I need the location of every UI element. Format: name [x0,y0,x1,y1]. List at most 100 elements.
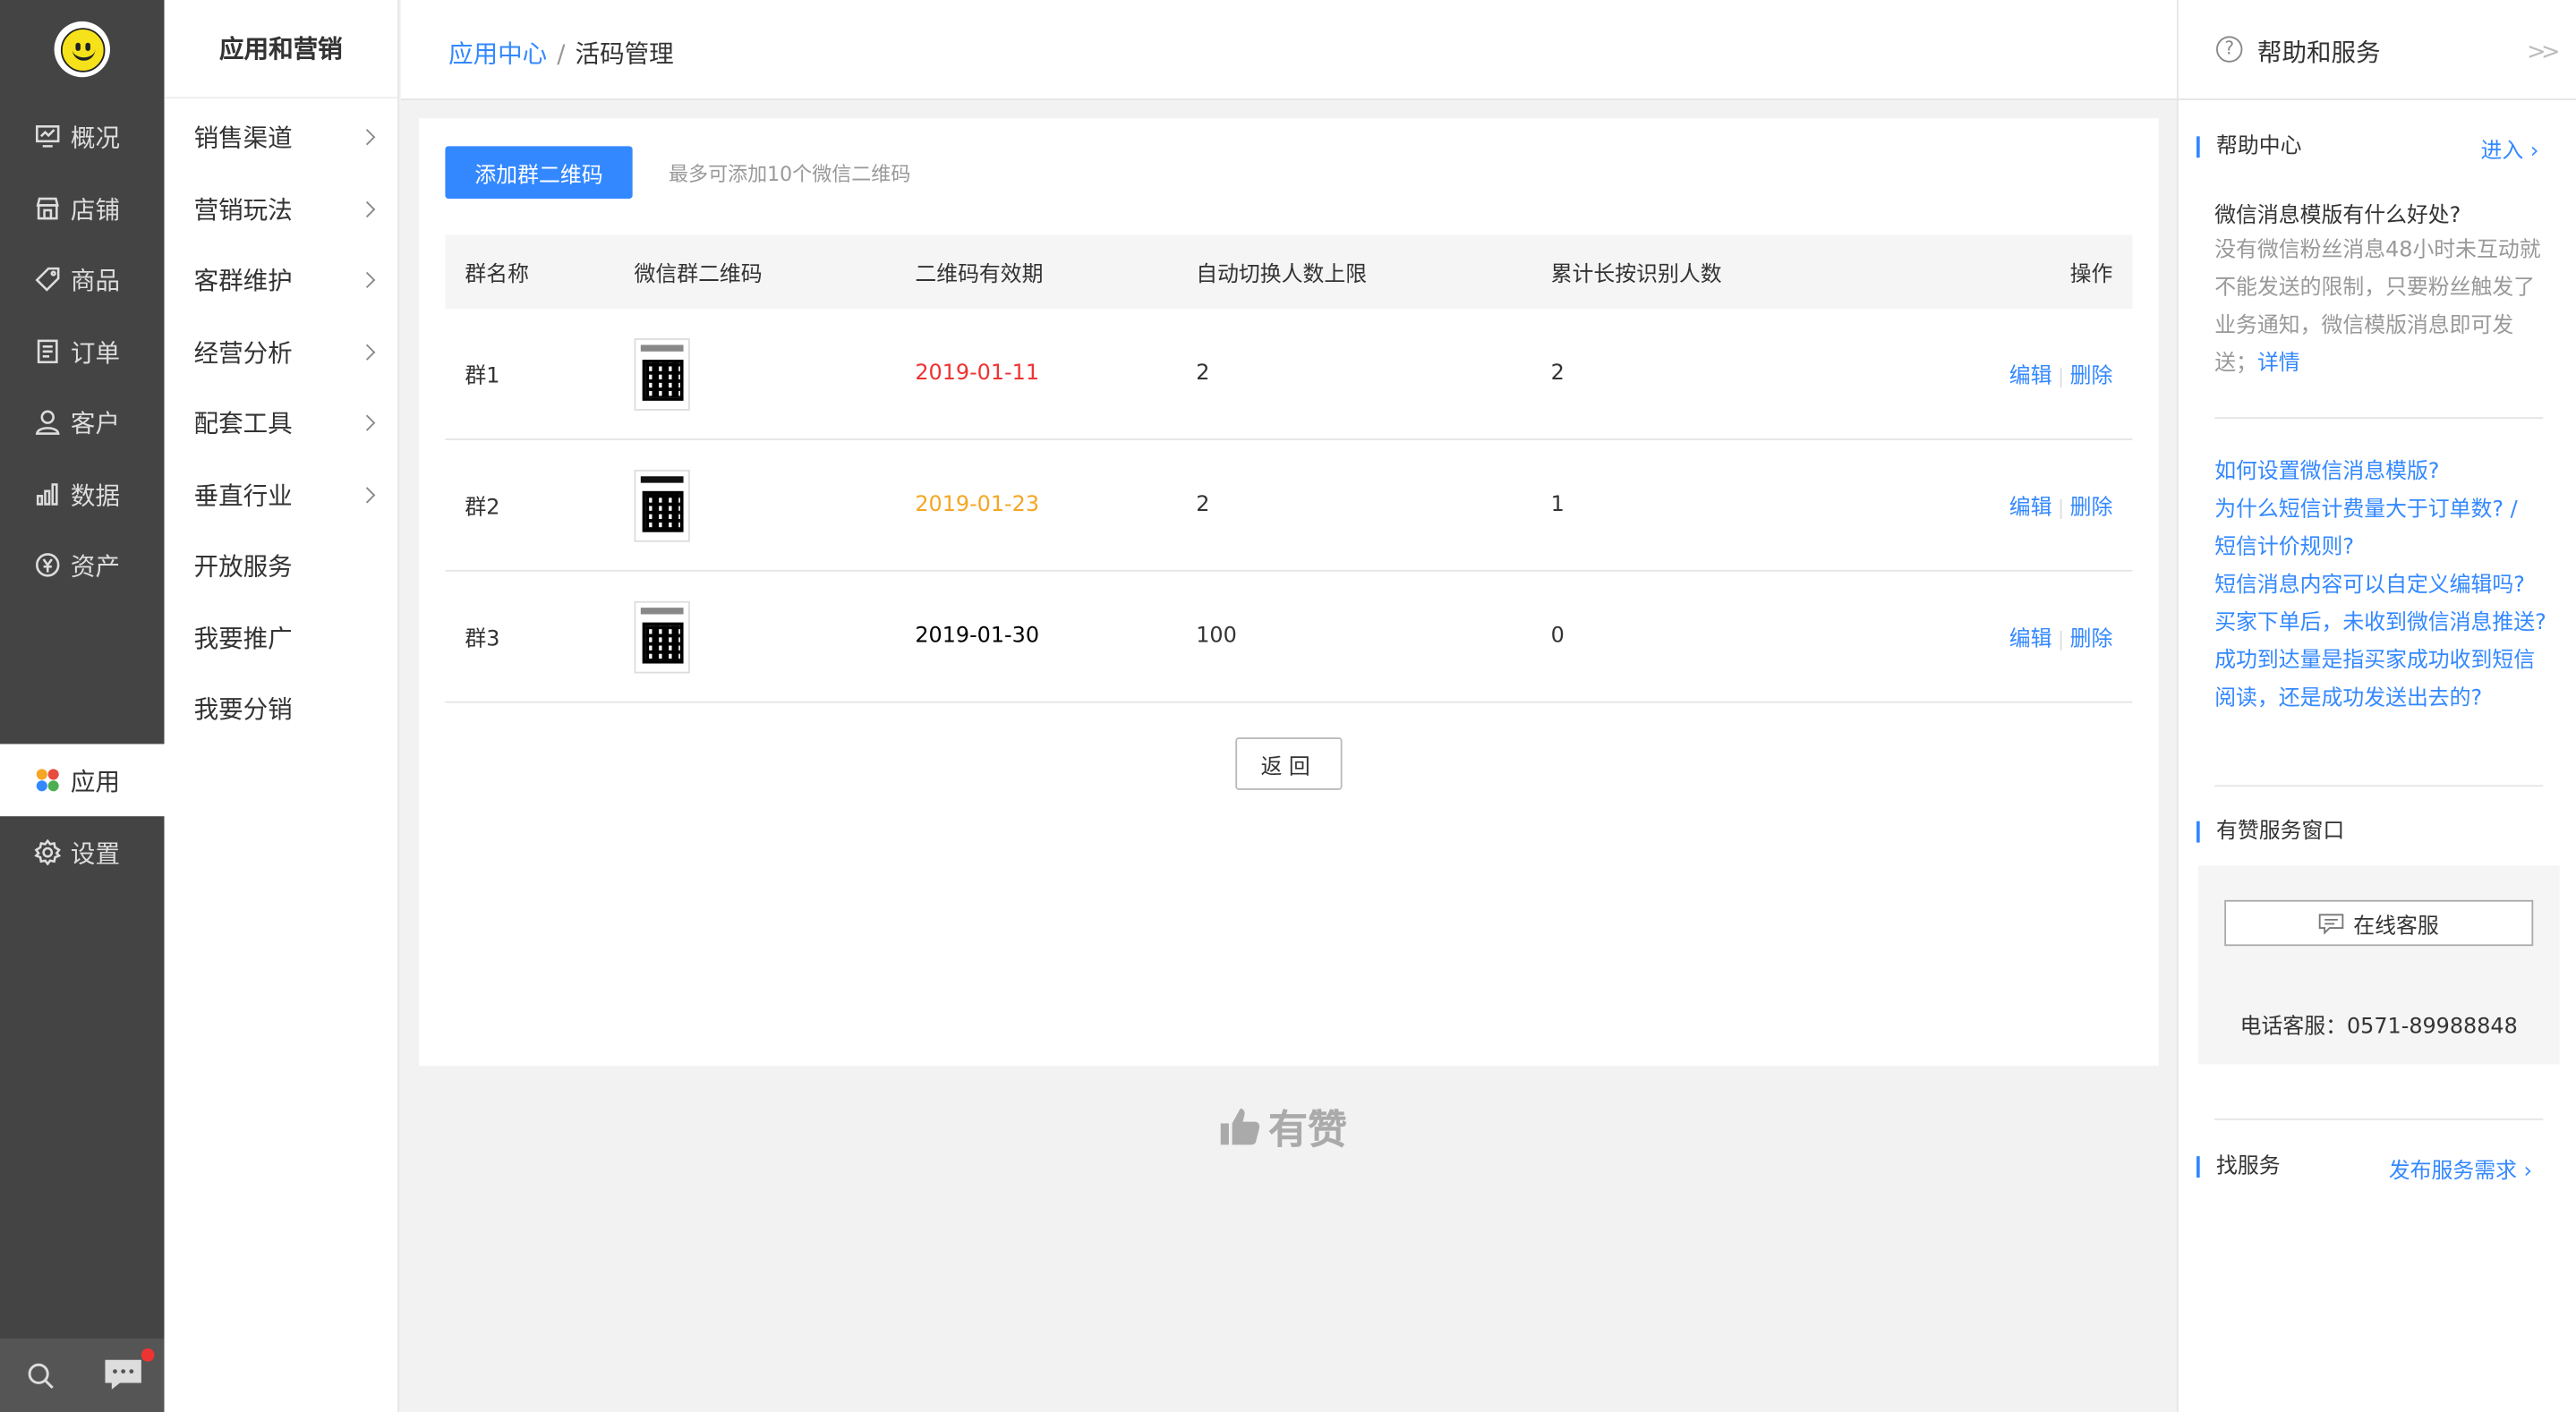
online-support-label: 在线客服 [2353,914,2439,939]
nav-item-data[interactable]: 数据 [0,458,165,531]
divider [2060,498,2062,519]
column-header: 群名称 [465,262,530,288]
column-header: 二维码有效期 [915,262,1044,288]
online-support-button[interactable]: 在线客服 [2224,899,2534,947]
sub-nav-item-open-services[interactable]: 开放服务 [165,529,398,601]
qrcode-thumbnail[interactable] [634,600,690,673]
sub-nav-item-analytics[interactable]: 经营分析 [165,315,398,387]
chart-icon [36,483,58,506]
sub-nav-item-distribution[interactable]: 我要分销 [165,672,398,744]
sub-nav-label: 销售渠道 [193,122,293,152]
youzan-brand-footer: 有赞 [1219,1097,1347,1154]
nav-item-orders[interactable]: 订单 [0,315,165,387]
sub-nav-label: 开放服务 [193,550,293,581]
chevron-right-icon: › [2529,140,2539,165]
publish-service-label: 发布服务需求 [2388,1159,2517,1185]
help-center-enter-link[interactable]: 进入 › [2481,133,2539,165]
divider [2060,629,2062,650]
nav-item-apps[interactable]: 应用 [0,744,165,817]
overview-icon [36,125,60,148]
question-icon: ? [2216,36,2243,63]
user-icon [35,410,60,435]
find-service-title: 找服务 [2196,1156,2281,1178]
sub-nav-label: 垂直行业 [193,480,293,510]
nav-item-goods[interactable]: 商品 [0,243,165,316]
nav-label: 概况 [70,122,121,152]
sub-nav-item-customer-care[interactable]: 客群维护 [165,243,398,316]
store-icon [36,197,59,220]
group-name: 群3 [465,627,500,652]
help-question: 微信消息模版有什么好处? [2214,203,2461,229]
logo-smiley-icon[interactable] [54,21,110,78]
column-header: 微信群二维码 [634,262,763,288]
sub-nav-item-marketing[interactable]: 营销玩法 [165,173,398,245]
chat-bubble-icon [2319,913,2345,934]
help-panel: ? 帮助和服务 >> 帮助中心 进入 › 微信消息模版有什么好处? 没有微信粉丝… [2176,0,2576,1412]
faq-link[interactable]: 短信计价规则? [2214,529,2546,566]
thumbs-up-icon [1220,1108,1260,1144]
chat-icon[interactable] [104,1358,143,1391]
nav-label: 数据 [70,480,121,510]
edit-link[interactable]: 编辑 [2009,364,2052,389]
enter-label: 进入 [2480,140,2524,165]
sub-nav-label: 配套工具 [193,408,293,438]
sub-nav-item-tools[interactable]: 配套工具 [165,386,398,458]
nav-item-overview[interactable]: 概况 [0,100,165,173]
group-name: 群1 [465,364,500,390]
faq-list: 如何设置微信消息模版? 为什么短信计费量大于订单数? / 短信计价规则? 短信消… [2214,454,2546,719]
sub-nav-item-sales-channels[interactable]: 销售渠道 [165,100,398,173]
chevron-right-icon [359,486,376,503]
add-limit-hint: 最多可添加10个微信二维码 [669,162,911,186]
sub-nav-label: 客群维护 [193,265,293,295]
column-header: 累计长按识别人数 [1550,262,1722,288]
main-card: 添加群二维码 最多可添加10个微信二维码 群名称 微信群二维码 二维码有效期 自… [419,118,2159,1067]
nav-label: 资产 [70,550,121,581]
nav-item-customers[interactable]: 客户 [0,386,165,458]
delete-link[interactable]: 删除 [2070,364,2113,389]
delete-link[interactable]: 删除 [2070,627,2113,652]
sub-nav-label: 我要推广 [193,623,293,653]
back-button[interactable]: 返回 [1235,737,1343,790]
search-icon[interactable] [26,1362,55,1391]
service-window-box: 在线客服 电话客服：0571-89988848 [2197,865,2560,1065]
nav-label: 设置 [70,838,121,869]
table-row: 群2 2019-01-23 2 1 编辑 删除 [445,440,2133,572]
expiry-date: 2019-01-23 [915,492,1040,518]
service-window-title: 有赞服务窗口 [2196,821,2344,843]
faq-link[interactable]: 为什么短信计费量大于订单数? / [2214,491,2546,529]
sidebar-bottom-bar [0,1338,165,1412]
nav-item-settings[interactable]: 设置 [0,816,165,889]
nav-label: 客户 [70,408,121,438]
help-panel-header: ? 帮助和服务 >> [2178,0,2576,100]
sub-nav-item-verticals[interactable]: 垂直行业 [165,458,398,531]
nav-item-store[interactable]: 店铺 [0,173,165,245]
publish-service-link[interactable]: 发布服务需求 › [2388,1153,2532,1185]
table-row: 群1 2019-01-11 2 2 编辑 删除 [445,309,2133,440]
scan-count: 0 [1550,624,1565,650]
edit-link[interactable]: 编辑 [2009,627,2052,652]
help-detail-link[interactable]: 详情 [2257,352,2300,377]
scan-count: 2 [1550,361,1565,387]
expiry-date: 2019-01-11 [915,361,1040,387]
secondary-sidebar-title: 应用和营销 [164,0,398,99]
delete-link[interactable]: 删除 [2070,496,2113,521]
qrcode-thumbnail[interactable] [634,337,690,410]
switch-limit: 2 [1196,361,1210,387]
nav-label: 商品 [70,265,121,295]
faq-link[interactable]: 如何设置微信消息模版? [2214,454,2546,491]
scan-count: 1 [1550,492,1565,518]
breadcrumb-link-app-center[interactable]: 应用中心 [448,39,547,69]
faq-link[interactable]: 短信消息内容可以自定义编辑吗? [2214,566,2546,604]
faq-link[interactable]: 成功到达量是指买家成功收到短信阅读，还是成功发送出去的? [2214,642,2546,718]
collapse-chevron-icon[interactable]: >> [2527,39,2561,65]
breadcrumb-separator: / [557,39,566,70]
breadcrumb: 应用中心 / 活码管理 [448,36,674,71]
sub-nav-item-promotion[interactable]: 我要推广 [165,601,398,674]
edit-link[interactable]: 编辑 [2009,496,2052,521]
qrcode-thumbnail[interactable] [634,469,690,541]
nav-item-assets[interactable]: 资产 [0,529,165,601]
add-qrcode-button[interactable]: 添加群二维码 [445,146,633,200]
faq-link[interactable]: 买家下单后，未收到微信消息推送? [2214,604,2546,642]
sub-nav-label: 营销玩法 [193,194,293,225]
yuan-icon [36,553,60,577]
